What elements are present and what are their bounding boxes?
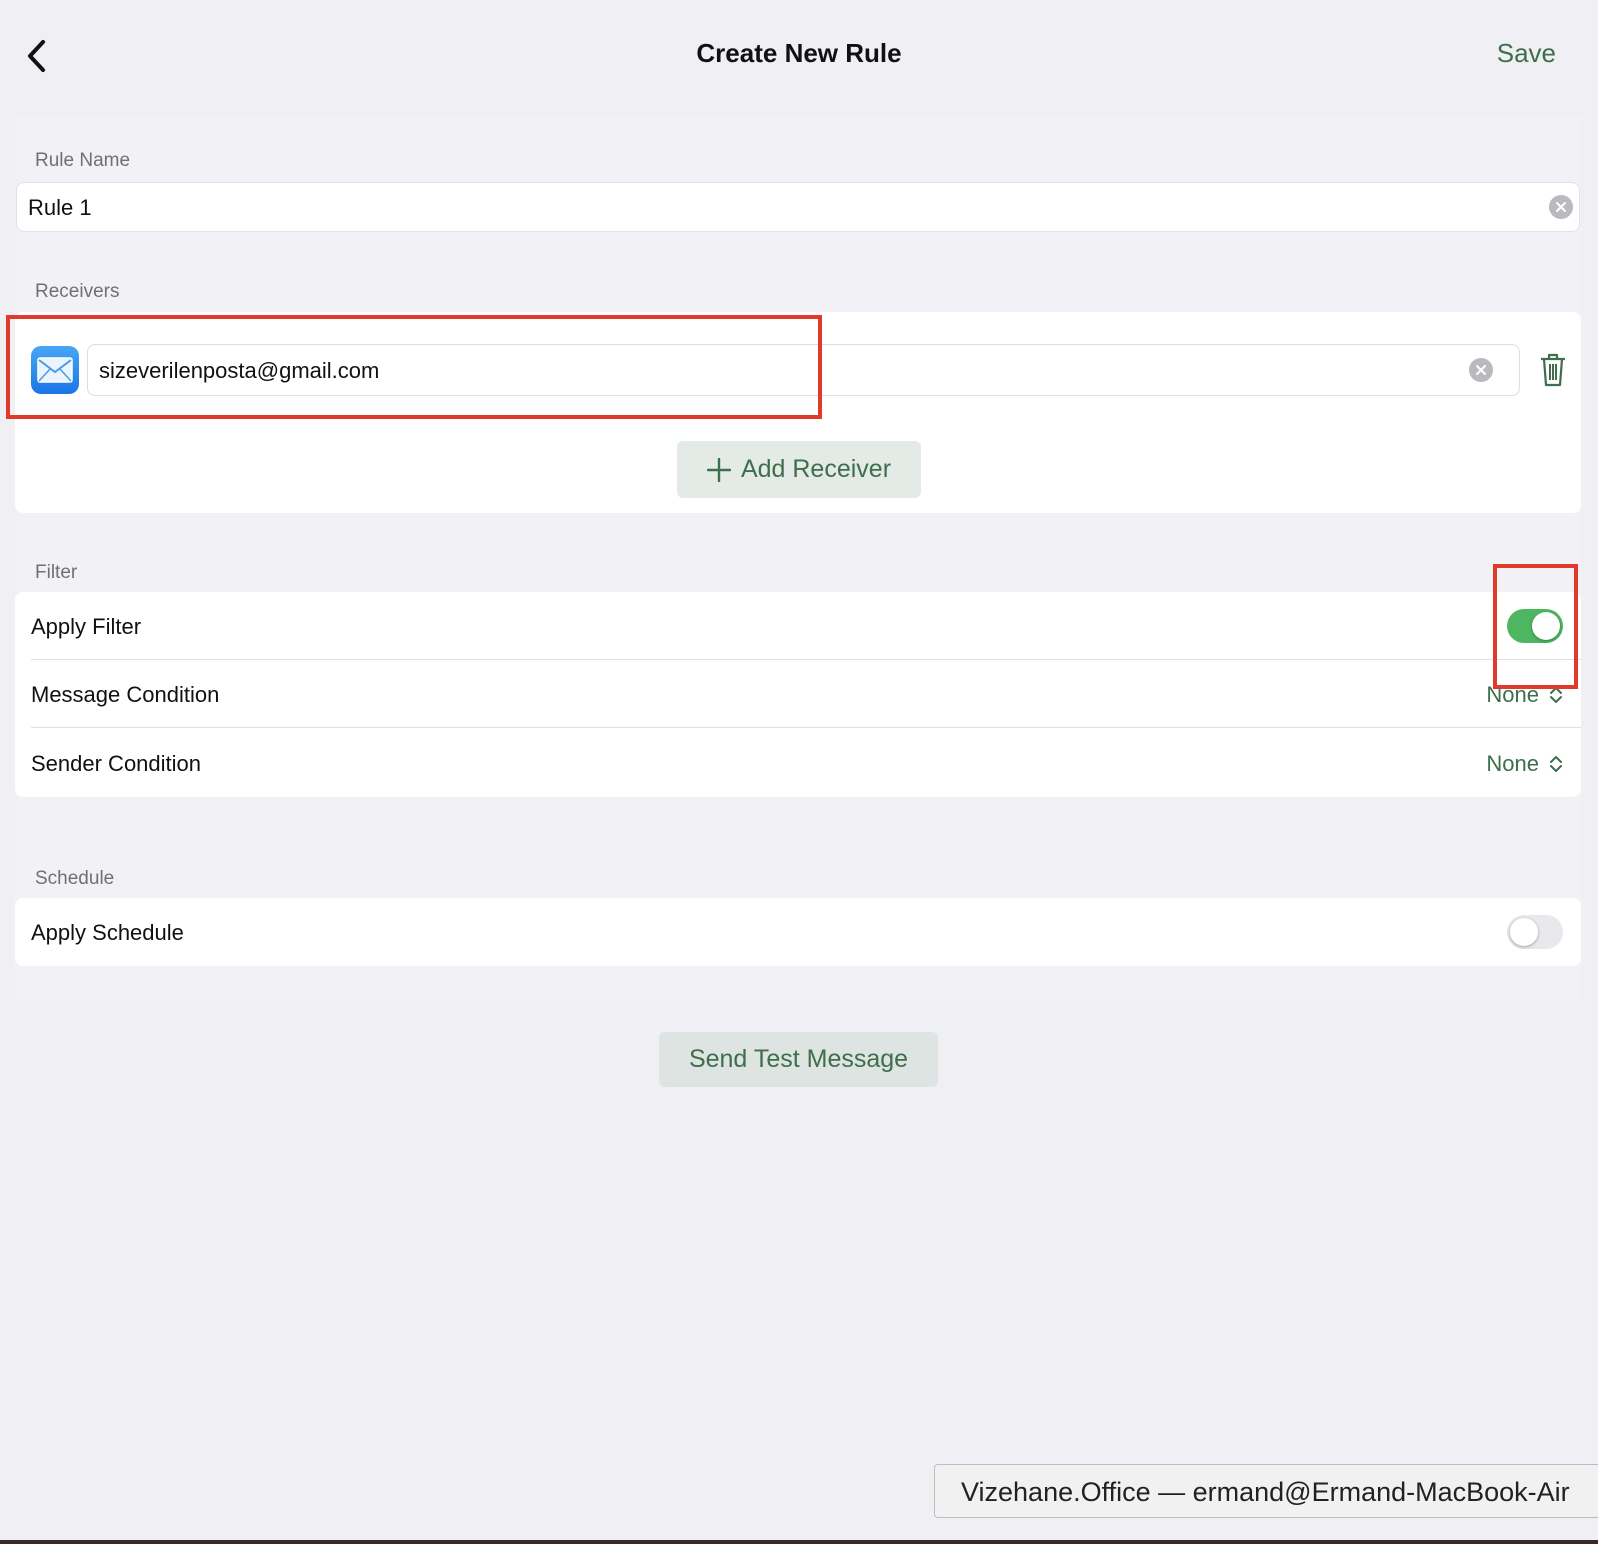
filter-card: Apply Filter Message Condition None Send… — [15, 592, 1581, 797]
clear-rule-name-button[interactable] — [1549, 195, 1573, 219]
rule-name-value: Rule 1 — [28, 195, 92, 220]
apply-schedule-toggle[interactable] — [1507, 915, 1563, 949]
apply-schedule-label: Apply Schedule — [31, 920, 184, 945]
trash-icon — [1541, 353, 1565, 387]
send-test-message-button[interactable]: Send Test Message — [659, 1032, 938, 1087]
filter-label: Filter — [35, 562, 78, 583]
apply-filter-row: Apply Filter — [15, 592, 1581, 660]
save-button[interactable]: Save — [1497, 38, 1556, 69]
add-receiver-button[interactable]: Add Receiver — [677, 441, 921, 498]
clear-email-button[interactable] — [1469, 358, 1493, 382]
close-icon — [1476, 365, 1486, 375]
apply-filter-label: Apply Filter — [31, 614, 142, 639]
toggle-knob — [1510, 918, 1538, 946]
divider — [31, 727, 1581, 728]
message-condition-label: Message Condition — [31, 682, 220, 707]
sender-condition-row: Sender Condition None — [15, 729, 1581, 797]
window-title-tooltip: Vizehane.Office — ermand@Ermand-MacBook-… — [934, 1464, 1598, 1518]
delete-receiver-button[interactable] — [1536, 350, 1570, 390]
apply-schedule-row: Apply Schedule — [15, 898, 1581, 966]
close-icon — [1556, 202, 1566, 212]
rule-name-field[interactable]: Rule 1 — [16, 182, 1580, 232]
add-receiver-label: Add Receiver — [740, 455, 892, 483]
highlight-annotation-receiver — [6, 315, 822, 419]
page-title: Create New Rule — [696, 38, 902, 68]
receivers-label: Receivers — [35, 281, 120, 302]
schedule-card: Apply Schedule — [15, 898, 1581, 966]
rule-name-label: Rule Name — [35, 150, 131, 171]
form-content-area — [15, 116, 1581, 1000]
highlight-annotation-filter-toggle — [1493, 564, 1578, 689]
navigation-bar: Create New Rule Save — [0, 0, 1598, 112]
sender-condition-picker[interactable]: None — [1486, 751, 1563, 777]
plus-icon — [706, 457, 731, 482]
sender-condition-label: Sender Condition — [31, 751, 202, 776]
chevron-up-down-icon — [1550, 756, 1562, 772]
sender-condition-value: None — [1486, 751, 1539, 776]
message-condition-row: Message Condition None — [15, 660, 1581, 728]
window-edge — [0, 1540, 1598, 1544]
schedule-label: Schedule — [35, 868, 115, 889]
